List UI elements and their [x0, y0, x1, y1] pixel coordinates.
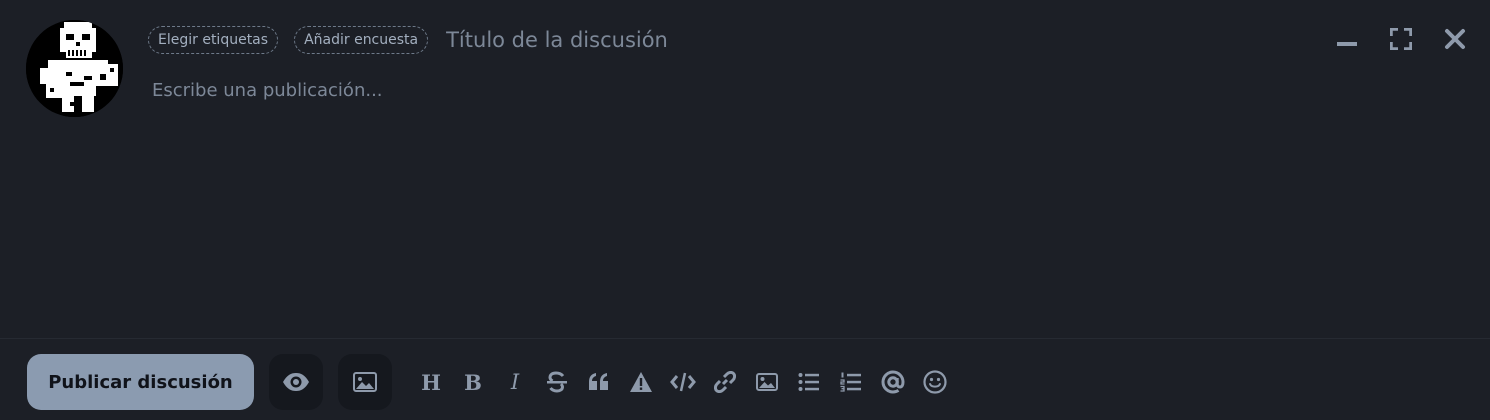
quote-button[interactable]	[578, 367, 620, 397]
composer-footer: Publicar discusión H B I	[0, 338, 1490, 420]
mention-icon	[881, 370, 905, 394]
image-icon	[756, 373, 778, 391]
strikethrough-button[interactable]	[536, 367, 578, 397]
discussion-composer: Elegir etiquetas Añadir encuesta Publica…	[0, 0, 1490, 420]
spoiler-button[interactable]	[620, 367, 662, 397]
fullscreen-button[interactable]	[1388, 26, 1414, 52]
mention-button[interactable]	[872, 367, 914, 397]
numbered-list-icon	[840, 372, 861, 392]
fullscreen-icon	[1390, 28, 1412, 50]
italic-icon: I	[510, 369, 520, 394]
user-avatar	[26, 20, 123, 117]
publish-discussion-button[interactable]: Publicar discusión	[27, 354, 254, 410]
close-icon	[1445, 29, 1465, 49]
italic-button[interactable]: I	[494, 367, 536, 397]
composer-header: Elegir etiquetas Añadir encuesta	[148, 25, 1147, 55]
close-button[interactable]	[1442, 26, 1468, 52]
link-button[interactable]	[704, 367, 746, 397]
minimize-button[interactable]	[1334, 26, 1360, 52]
image-icon	[353, 372, 377, 392]
code-icon	[670, 372, 696, 392]
quote-icon	[589, 373, 608, 390]
choose-tags-button[interactable]: Elegir etiquetas	[148, 26, 279, 54]
heading-button[interactable]: H	[410, 367, 452, 397]
eye-icon	[283, 373, 309, 391]
bold-icon: B	[464, 369, 482, 395]
post-body-textarea[interactable]	[152, 80, 1452, 320]
emoji-button[interactable]	[914, 367, 956, 397]
discussion-title-input[interactable]	[446, 28, 1147, 52]
strikethrough-icon	[547, 371, 567, 393]
emoji-icon	[923, 370, 947, 394]
preview-button[interactable]	[269, 354, 323, 410]
bullet-list-icon	[798, 373, 819, 391]
bullet-list-button[interactable]	[788, 367, 830, 397]
link-icon	[714, 371, 736, 393]
insert-image-button[interactable]	[746, 367, 788, 397]
heading-icon: H	[421, 369, 441, 395]
window-controls	[1334, 26, 1468, 52]
bold-button[interactable]: B	[452, 367, 494, 397]
add-poll-button[interactable]: Añadir encuesta	[294, 26, 429, 54]
minimize-icon	[1337, 42, 1357, 46]
numbered-list-button[interactable]	[830, 367, 872, 397]
spoiler-warning-icon	[630, 372, 652, 392]
formatting-toolbar: H B I	[410, 367, 956, 397]
upload-image-button[interactable]	[338, 354, 392, 410]
code-button[interactable]	[662, 367, 704, 397]
